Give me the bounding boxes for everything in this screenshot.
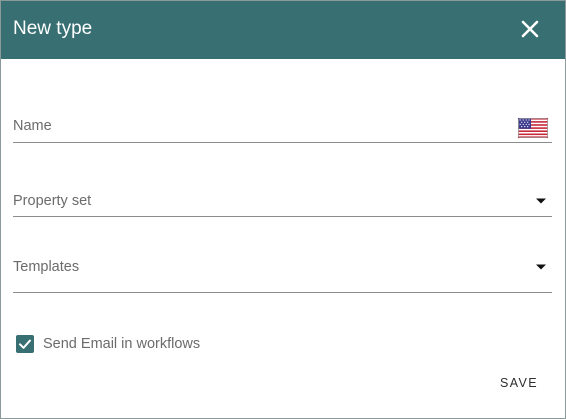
dialog-header: New type	[1, 1, 565, 59]
caret-down-icon	[536, 198, 546, 204]
new-type-dialog: New type Name Property set Templates Sen…	[0, 0, 566, 419]
name-label: Name	[13, 118, 52, 134]
checkmark-icon	[19, 339, 31, 349]
close-button[interactable]	[515, 15, 545, 43]
close-icon	[521, 20, 539, 38]
name-field[interactable]: Name	[13, 101, 552, 143]
property-set-select[interactable]: Property set	[13, 177, 552, 217]
save-button[interactable]: SAVE	[489, 369, 549, 397]
templates-select[interactable]: Templates	[13, 244, 552, 293]
us-flag-icon[interactable]	[518, 118, 548, 138]
caret-down-icon	[536, 264, 546, 270]
dialog-title: New type	[13, 18, 93, 39]
send-email-option[interactable]: Send Email in workflows	[16, 334, 276, 354]
send-email-checkbox[interactable]	[16, 335, 34, 353]
property-set-label: Property set	[13, 193, 92, 209]
send-email-label: Send Email in workflows	[43, 336, 201, 352]
templates-label: Templates	[13, 259, 80, 275]
